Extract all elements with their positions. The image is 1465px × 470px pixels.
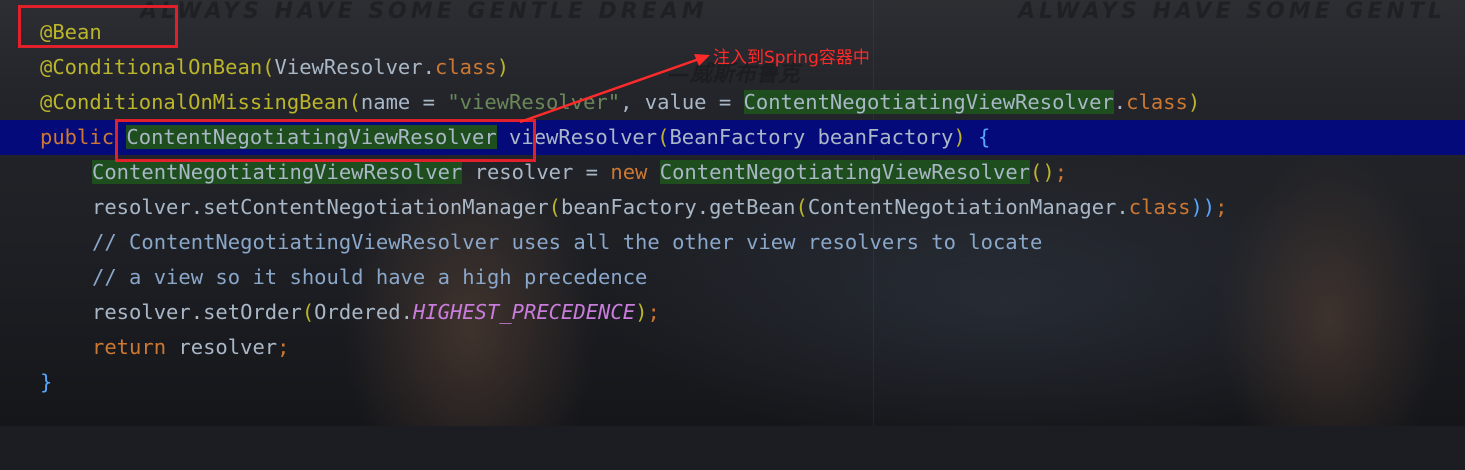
comment: // ContentNegotiatingViewResolver uses a… <box>92 230 1043 254</box>
paren: ( <box>548 195 561 219</box>
open-brace: { <box>978 125 991 149</box>
dot: . <box>1113 90 1127 114</box>
semicolon: ; <box>277 335 290 359</box>
conditional-on-bean-annotation: @ConditionalOnBean <box>40 55 263 79</box>
semicolon: ; <box>647 300 660 324</box>
type-ref: ContentNegotiationManager. <box>807 195 1129 219</box>
highlight-box-bean <box>18 5 178 48</box>
variable-decl: resolver = <box>462 160 611 184</box>
code-line-1: @Bean <box>0 15 1465 50</box>
keyword-class: class <box>1126 90 1188 114</box>
code-line-6: resolver.setContentNegotiationManager(be… <box>0 190 1465 225</box>
paren: ( <box>262 55 275 79</box>
code-line-8: // a view so it should have a high prece… <box>0 260 1465 295</box>
paren: ) <box>635 300 648 324</box>
paren: ) <box>1187 90 1201 114</box>
code-line-3: @ConditionalOnMissingBean(name = "viewRe… <box>0 85 1465 120</box>
type-ref-highlighted: ContentNegotiatingViewResolver <box>659 160 1031 184</box>
keyword-new: new <box>610 160 660 184</box>
code-line-7: // ContentNegotiatingViewResolver uses a… <box>0 225 1465 260</box>
highlight-box-return-type <box>115 119 536 162</box>
semicolon: ; <box>1054 160 1068 184</box>
type-ref: Ordered. <box>314 300 413 324</box>
keyword-class: class <box>1128 195 1191 219</box>
type-ref-highlighted: ContentNegotiatingViewResolver <box>743 90 1114 114</box>
paren: ) <box>953 125 966 149</box>
dot: . <box>422 55 435 79</box>
method-call: beanFactory.getBean <box>561 195 796 219</box>
keyword-return: return <box>92 335 179 359</box>
method-call: resolver.setContentNegotiationManager <box>92 195 549 219</box>
type-ref: ViewResolver <box>274 55 423 79</box>
paren: () <box>1030 160 1055 184</box>
callout-label: 注入到Spring容器中 <box>713 48 870 68</box>
semicolon: ; <box>1215 195 1228 219</box>
constant: HIGHEST_PRECEDENCE <box>412 300 636 324</box>
keyword-public: public <box>40 125 127 149</box>
code-line-11: } <box>0 365 1465 400</box>
type-ref-highlighted: ContentNegotiatingViewResolver <box>92 160 463 184</box>
paren: ( <box>795 195 808 219</box>
paren: ( <box>657 125 670 149</box>
method-call: resolver.setOrder <box>92 300 302 324</box>
variable-ref: resolver <box>178 335 278 359</box>
paren: )) <box>1190 195 1216 219</box>
attr-name: name = <box>360 90 448 114</box>
paren: ( <box>301 300 315 324</box>
method-params: BeanFactory beanFactory <box>669 125 954 149</box>
conditional-on-missing-bean-annotation: @ConditionalOnMissingBean <box>40 90 349 114</box>
code-line-9: resolver.setOrder(Ordered.HIGHEST_PRECED… <box>0 295 1465 330</box>
string-literal: "viewResolver" <box>447 90 621 114</box>
paren: ) <box>496 55 510 79</box>
code-line-10: return resolver; <box>0 330 1465 365</box>
paren: ( <box>348 90 361 114</box>
code-editor[interactable]: @Bean @ConditionalOnBean(ViewResolver.cl… <box>0 15 1465 400</box>
comment: // a view so it should have a high prece… <box>92 265 648 289</box>
keyword-class: class <box>434 55 497 79</box>
attr-value: , value = <box>620 90 744 114</box>
close-brace: } <box>40 370 53 394</box>
